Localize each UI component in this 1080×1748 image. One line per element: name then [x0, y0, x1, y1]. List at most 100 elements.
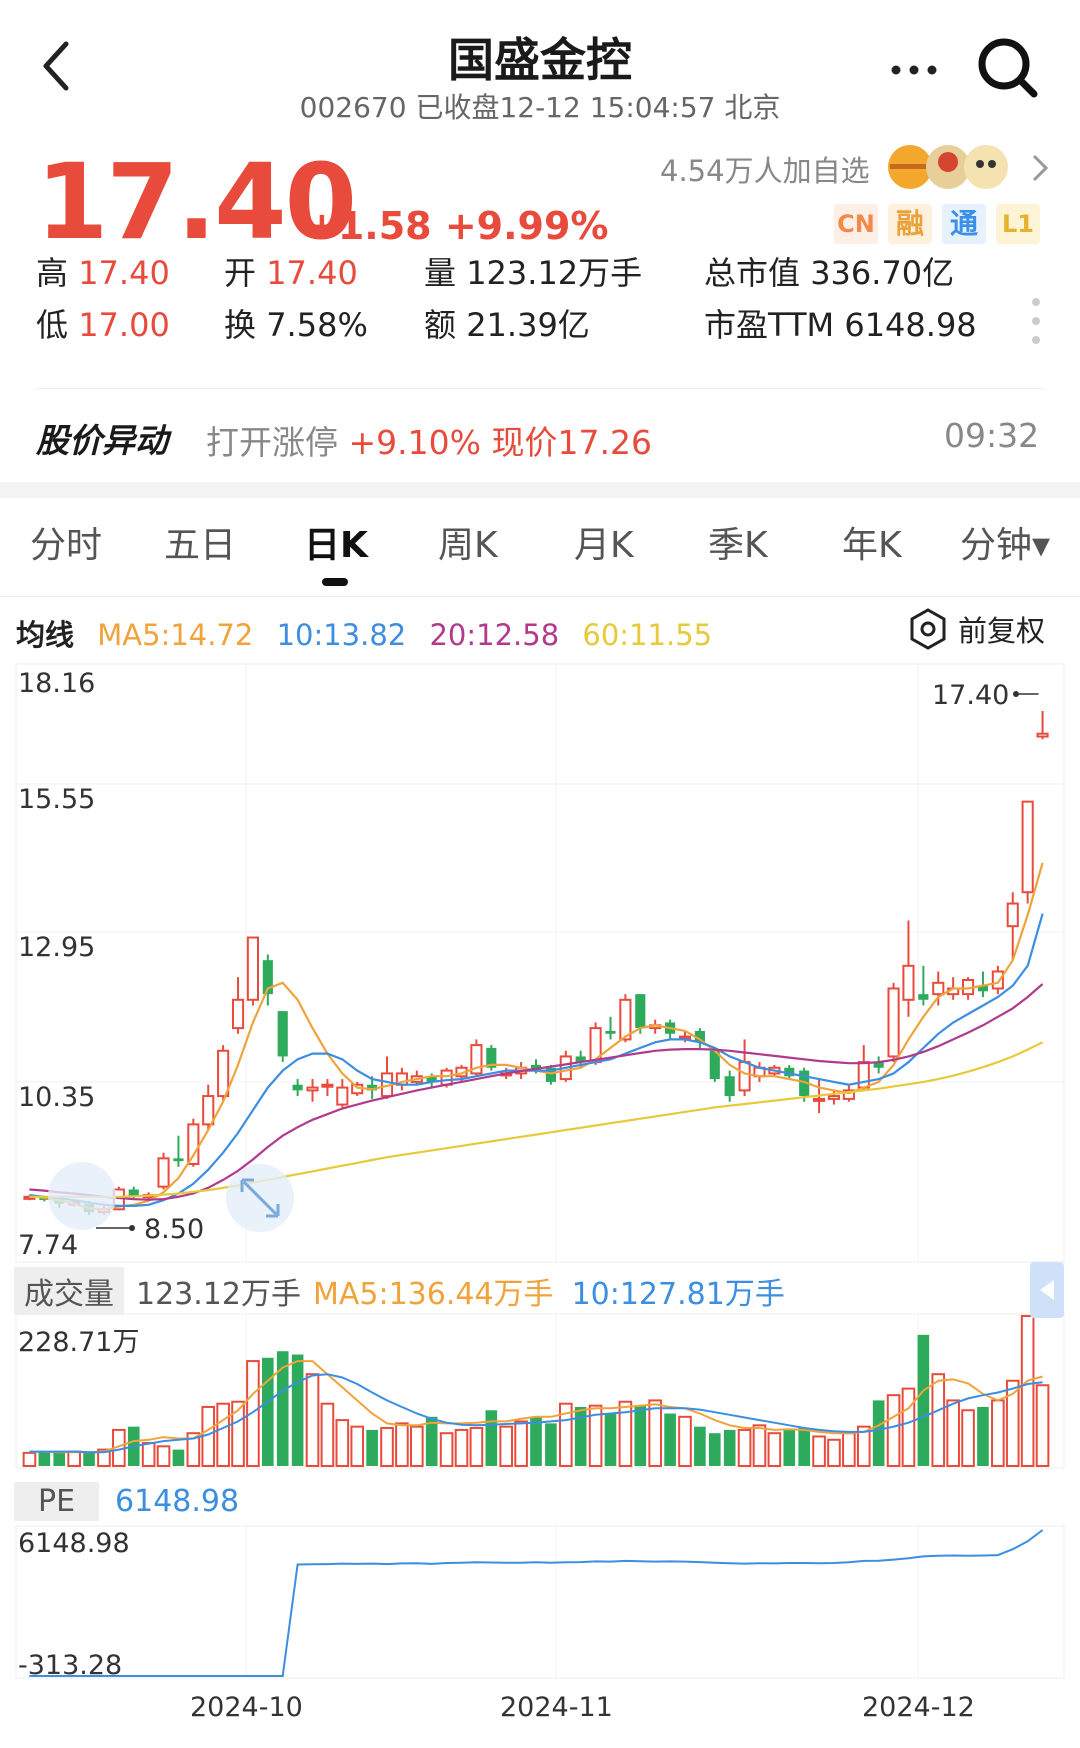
volume-bar — [798, 1427, 810, 1466]
candle-body — [173, 1158, 184, 1162]
volume-bar — [961, 1409, 975, 1468]
volume-bar — [53, 1452, 66, 1466]
volume-bar — [485, 1410, 498, 1466]
volume-bar — [664, 1413, 676, 1466]
volume-bar — [38, 1451, 51, 1466]
pe-tag[interactable]: PE — [14, 1481, 100, 1521]
candle-body — [440, 1069, 453, 1086]
volume-bar — [439, 1432, 454, 1468]
volume-value: 123.12万手 — [136, 1277, 301, 1312]
candle-body — [187, 1123, 200, 1166]
volume-bar — [499, 1425, 514, 1467]
collapse-panel-button[interactable] — [1030, 1262, 1064, 1318]
volume-bar — [752, 1424, 767, 1468]
max-pointer-dot — [1013, 691, 1019, 697]
max-price-annotation: 17.40 — [932, 680, 1010, 711]
pe-header: PE 6148.98 — [14, 1478, 239, 1524]
candle-body — [1006, 902, 1019, 928]
pe-max-label: 6148.98 — [18, 1528, 130, 1559]
volume-bar — [335, 1419, 350, 1467]
volume-bar — [694, 1426, 706, 1466]
volume-bar — [917, 1334, 930, 1466]
volume-bar — [156, 1445, 171, 1468]
pe-line — [29, 1529, 1044, 1677]
candle-body — [635, 994, 646, 1029]
x-tick-label: 2024-12 — [862, 1692, 975, 1723]
volume-bar — [723, 1429, 736, 1466]
volume-bar — [320, 1402, 335, 1467]
volume-bar — [842, 1432, 856, 1468]
volume-bar — [350, 1425, 365, 1467]
y-tick-label: 10.35 — [18, 1082, 96, 1113]
x-tick-label: 2024-11 — [500, 1692, 613, 1723]
volume-bar — [454, 1428, 469, 1467]
volume-bar — [380, 1426, 394, 1468]
volume-bar — [67, 1450, 81, 1468]
volume-bar — [812, 1435, 826, 1468]
candle-body — [1021, 800, 1034, 894]
candle-body — [277, 1011, 288, 1057]
zoom-hint-icon — [48, 1162, 116, 1230]
candle-body — [157, 1157, 170, 1188]
candle-body — [1036, 732, 1049, 738]
volume-bar — [604, 1413, 617, 1466]
volume-bar — [634, 1405, 647, 1466]
volume-header: 成交量 123.12万手 MA5:136.44万手 10:127.81万手 — [14, 1267, 785, 1315]
volume-bar — [514, 1420, 528, 1467]
pe-panel-frame — [15, 1525, 1065, 1679]
volume-bar — [22, 1451, 37, 1467]
candle-body — [724, 1076, 735, 1097]
volume-bar — [366, 1429, 378, 1466]
candle-body — [902, 964, 915, 1001]
y-tick-label: 15.55 — [18, 784, 96, 815]
candle-body — [918, 994, 929, 1000]
volume-bar — [901, 1387, 916, 1467]
volume-bar — [886, 1394, 901, 1468]
candle-body — [827, 1095, 841, 1100]
candle-body — [991, 970, 1004, 990]
pe-value: 6148.98 — [115, 1483, 240, 1519]
volume-bar — [931, 1373, 946, 1467]
volume-bar — [1035, 1384, 1050, 1468]
volume-bar — [469, 1426, 484, 1468]
volume-ma10: 10:127.81万手 — [571, 1277, 785, 1312]
volume-bar — [291, 1354, 304, 1466]
y-tick-label: 12.95 — [18, 932, 96, 963]
candle-body — [306, 1086, 319, 1092]
candle-body — [231, 998, 245, 1030]
volume-bar — [545, 1423, 557, 1466]
volume-max-label: 228.71万 — [18, 1327, 140, 1358]
volume-bar — [827, 1438, 841, 1467]
min-pointer-dot — [129, 1225, 135, 1231]
candle-body — [246, 936, 259, 1001]
candle-body — [605, 1030, 616, 1034]
x-tick-label: 2024-10 — [190, 1692, 303, 1723]
volume-ma5: MA5:136.44万手 — [312, 1277, 554, 1312]
volume-bar — [946, 1399, 960, 1468]
volume-bar — [991, 1399, 1005, 1468]
volume-bar — [678, 1415, 692, 1467]
volume-bar — [783, 1429, 796, 1466]
volume-bar — [172, 1449, 185, 1466]
volume-bar — [977, 1406, 989, 1466]
candle-body — [202, 1095, 215, 1126]
volume-bar — [141, 1442, 156, 1467]
volume-bar — [648, 1399, 662, 1468]
volume-bar — [410, 1425, 424, 1467]
volume-bar — [872, 1400, 885, 1466]
min-price-annotation: 8.50 — [144, 1214, 205, 1245]
candle-body — [217, 1049, 230, 1098]
candle-body — [321, 1083, 334, 1088]
volume-bar — [530, 1416, 542, 1466]
triangle-left-icon — [1040, 1280, 1054, 1300]
candle-body — [813, 1097, 826, 1102]
y-tick-label: 7.74 — [18, 1230, 79, 1261]
candle-body — [292, 1084, 303, 1091]
volume-bar — [737, 1428, 752, 1467]
volume-bar — [83, 1452, 95, 1466]
candle-body — [738, 1061, 751, 1092]
volume-bar — [216, 1402, 230, 1467]
volume-bar — [395, 1422, 409, 1468]
volume-tag[interactable]: 成交量 — [14, 1267, 124, 1315]
volume-bar — [1020, 1315, 1035, 1467]
